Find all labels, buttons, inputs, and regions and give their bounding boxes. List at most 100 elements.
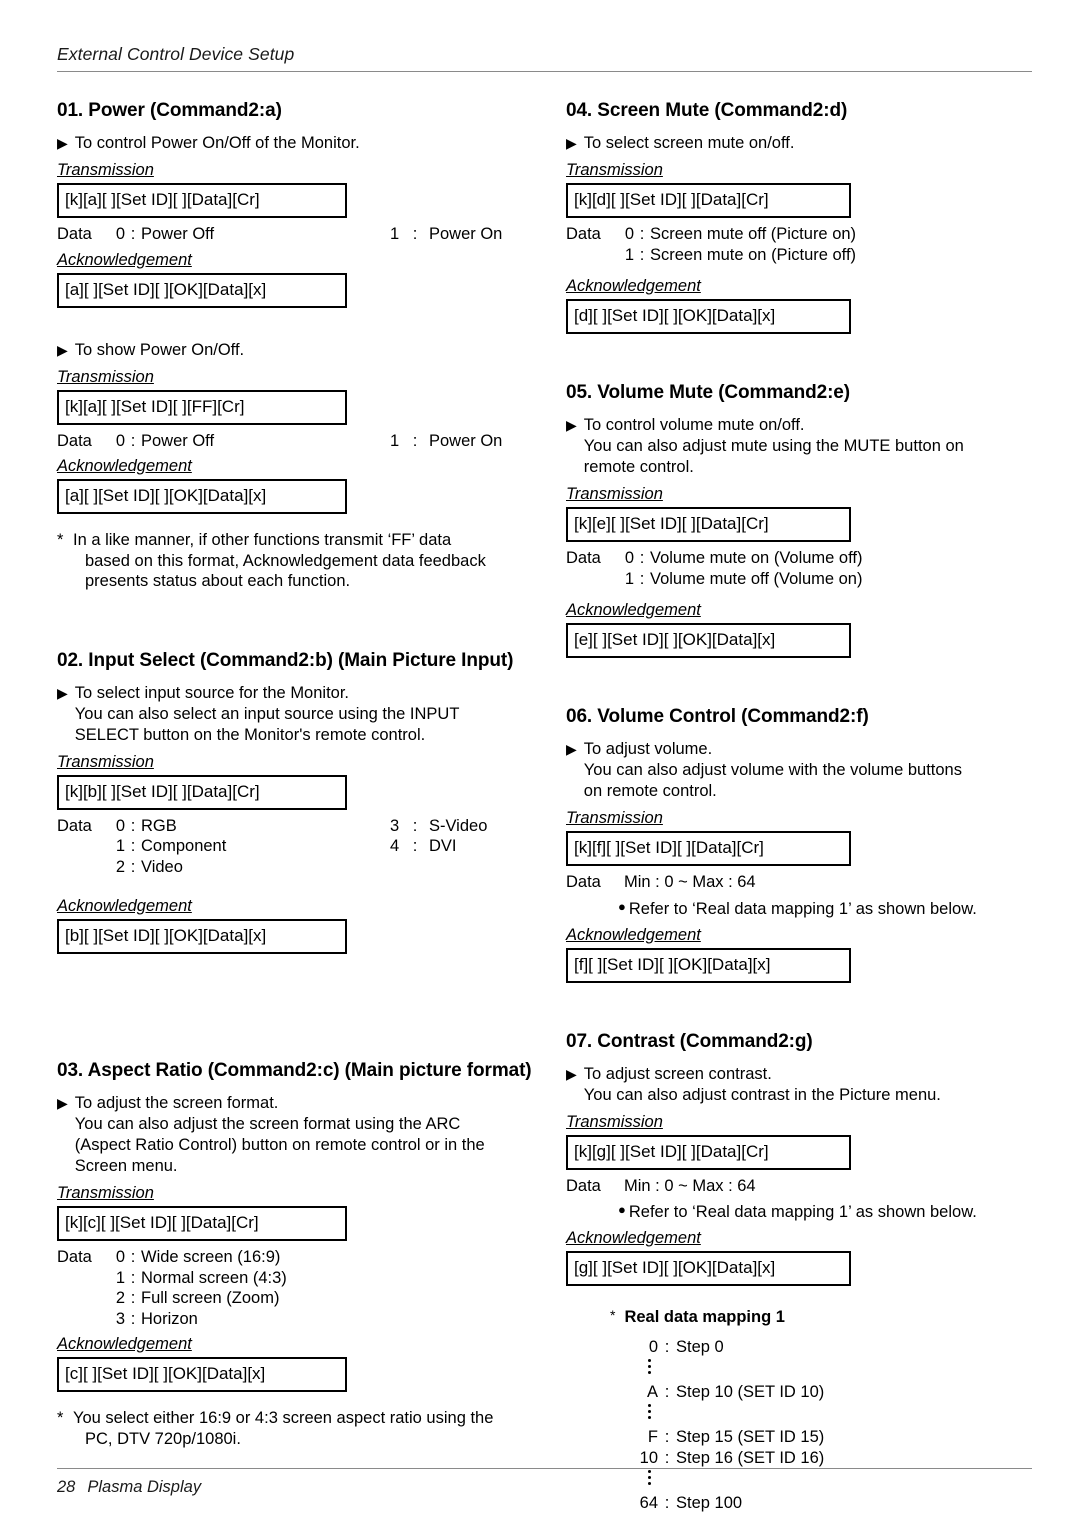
- data-key-2: 3: [390, 816, 400, 835]
- section-01-power: 01. Power (Command2:a) ▶ To control Powe…: [57, 100, 537, 592]
- data-key: 1: [115, 837, 125, 855]
- data-key-2: 1: [390, 431, 400, 450]
- section-04-title: 04. Screen Mute (Command2:d): [566, 100, 848, 121]
- data-colon: :: [639, 569, 645, 588]
- data-value: Wide screen (16:9): [141, 1248, 281, 1266]
- footer-content: 28 Plasma Display: [57, 1478, 1032, 1497]
- data-colon: :: [130, 816, 136, 835]
- data-range: Min : 0 ~ Max : 64: [624, 1176, 756, 1195]
- section-06-transmission-box: [k][f][ ][Set ID][ ][Data][Cr]: [566, 831, 851, 866]
- section-02-desc-line3: SELECT button on the Monitor's remote co…: [74, 725, 426, 744]
- data-key: 1: [115, 1268, 125, 1287]
- section-06-ack-label: Acknowledgement: [566, 925, 701, 944]
- data-value: Full screen (Zoom): [141, 1289, 280, 1307]
- section-04-desc-line1: To select screen mute on/off.: [583, 134, 795, 152]
- section-07-ack-label: Acknowledgement: [566, 1229, 701, 1247]
- data-row: 3 : Horizon: [57, 1309, 537, 1330]
- section-04-ack-label: Acknowledgement: [566, 277, 701, 295]
- data-row: Data 0 : Wide screen (16:9): [57, 1247, 537, 1268]
- section-01-desc1-line1: To control Power On/Off of the Monitor.: [74, 134, 360, 152]
- data-colon: :: [639, 549, 645, 567]
- bullet-dot-icon: ●: [618, 898, 626, 914]
- section-01-transmission2-box: [k][a][ ][Set ID][ ][FF][Cr]: [57, 389, 347, 425]
- section-05-data: Data 0 : Volume mute on (Volume off) 1 :…: [566, 548, 1041, 589]
- note-line: based on this format, Acknowledgement da…: [85, 551, 486, 570]
- data-value: Power Off: [141, 431, 215, 450]
- data-colon-2: :: [412, 816, 418, 835]
- section-06-volume-control: 06. Volume Control (Command2:f) ▶ To adj…: [566, 706, 1041, 983]
- mapping-key: 0: [648, 1338, 658, 1356]
- section-01-ack2-box: [a][ ][Set ID][ ][OK][Data][x]: [57, 479, 347, 514]
- section-06-desc-line3: on remote control.: [583, 782, 717, 800]
- section-07-data: Data Min : 0 ~ Max : 64: [566, 1176, 1041, 1197]
- section-02-desc-line2: You can also select an input source usin…: [74, 704, 460, 723]
- section-01-transmission-label: Transmission: [57, 161, 154, 179]
- real-data-mapping-title: * Real data mapping 1: [610, 1307, 1041, 1327]
- data-colon: :: [130, 431, 136, 450]
- triangle-bullet-icon: ▶: [57, 341, 68, 358]
- section-03-note: * You select either 16:9 or 4:3 screen a…: [57, 1408, 537, 1449]
- section-05-ack-box: [e][ ][Set ID][ ][OK][Data][x]: [566, 623, 851, 658]
- section-01-desc1: ▶ To control Power On/Off of the Monitor…: [57, 133, 537, 154]
- data-colon: :: [130, 1248, 136, 1266]
- data-colon: :: [130, 225, 136, 243]
- data-colon: :: [130, 837, 136, 855]
- section-05-title: 05. Volume Mute (Command2:e): [566, 382, 851, 403]
- mapping-value: Step 15 (SET ID 15): [676, 1428, 825, 1446]
- section-05-desc-line1: To control volume mute on/off.: [583, 416, 805, 434]
- data-row: 1 : Volume mute off (Volume on): [566, 569, 1041, 590]
- data-value: Power Off: [141, 225, 215, 243]
- section-05-desc-line2: You can also adjust mute using the MUTE …: [583, 437, 964, 455]
- section-03-data: Data 0 : Wide screen (16:9) 1 : Normal s…: [57, 1247, 537, 1329]
- mapping-key: 10: [639, 1449, 658, 1467]
- data-key: 0: [624, 225, 634, 243]
- mapping-colon: :: [664, 1383, 670, 1401]
- section-03-title: 03. Aspect Ratio (Command2:c) (Main pict…: [57, 1060, 532, 1081]
- section-01-ack-box: [a][ ][Set ID][ ][OK][Data][x]: [57, 272, 347, 308]
- section-01-desc2-line1: To show Power On/Off.: [74, 340, 245, 359]
- section-06-refer-text: Refer to ‘Real data mapping 1’ as shown …: [628, 899, 977, 918]
- section-05-desc: ▶ To control volume mute on/off. You can…: [566, 415, 1041, 478]
- page-number: 28: [57, 1478, 76, 1496]
- section-01-data1: Data 0 : Power Off 1 : Power On: [57, 224, 537, 245]
- section-07-transmission-box: [k][g][ ][Set ID][ ][Data][Cr]: [566, 1134, 851, 1170]
- data-value-2: DVI: [428, 837, 457, 855]
- data-value-2: S-Video: [428, 816, 488, 835]
- data-key: 1: [624, 245, 634, 264]
- document-name: Plasma Display: [87, 1478, 202, 1496]
- data-colon-2: :: [412, 431, 418, 450]
- data-value: Horizon: [141, 1309, 198, 1328]
- section-03-ack-label: Acknowledgement: [57, 1335, 192, 1353]
- section-02-desc-line1: To select input source for the Monitor.: [74, 683, 350, 702]
- section-02-desc: ▶ To select input source for the Monitor…: [57, 683, 537, 746]
- mapping-key: A: [646, 1383, 658, 1401]
- data-row: 1 : Screen mute on (Picture off): [566, 245, 1041, 266]
- data-label: Data: [57, 431, 92, 450]
- data-second-col: 3 : S-Video: [390, 816, 487, 837]
- section-01-ack-label: Acknowledgement: [57, 250, 192, 269]
- section-04-ack-box: [d][ ][Set ID][ ][OK][Data][x]: [566, 299, 851, 334]
- data-row: 2 : Video: [57, 857, 537, 878]
- data-row: 2 : Full screen (Zoom): [57, 1288, 537, 1309]
- triangle-bullet-icon: ▶: [57, 684, 68, 701]
- section-07-ack-box: [g][ ][Set ID][ ][OK][Data][x]: [566, 1251, 851, 1286]
- mapping-row: 0 : Step 0: [624, 1337, 1041, 1358]
- note-line: presents status about each function.: [85, 572, 351, 590]
- section-04-transmission-label: Transmission: [566, 161, 663, 179]
- data-key-2: 1: [390, 225, 400, 243]
- note-line: PC, DTV 720p/1080i.: [85, 1429, 241, 1448]
- data-key: 0: [115, 225, 125, 243]
- mapping-colon: :: [664, 1428, 670, 1446]
- section-01-ack2-label: Acknowledgement: [57, 457, 192, 475]
- data-second-col: 1 : Power On: [390, 224, 502, 245]
- page-header: External Control Device Setup: [57, 44, 1032, 72]
- section-03-aspect-ratio: 03. Aspect Ratio (Command2:c) (Main pict…: [57, 1060, 537, 1449]
- mapping-colon: :: [664, 1449, 670, 1467]
- note-line: In a like manner, if other functions tra…: [73, 531, 452, 549]
- manual-page: External Control Device Setup 01. Power …: [0, 0, 1080, 1528]
- mapping-row: A : Step 10 (SET ID 10): [624, 1382, 1041, 1403]
- data-row: 1 : Normal screen (4:3): [57, 1268, 537, 1289]
- section-01-transmission-box: [k][a][ ][Set ID][ ][Data][Cr]: [57, 183, 347, 218]
- triangle-bullet-icon: ▶: [57, 1095, 68, 1111]
- data-key: 3: [115, 1309, 125, 1328]
